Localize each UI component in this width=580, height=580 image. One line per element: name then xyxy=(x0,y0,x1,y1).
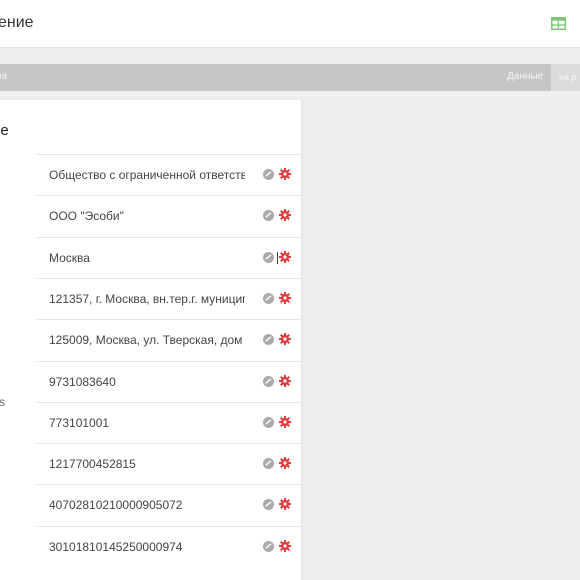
field-value[interactable]: Москва xyxy=(49,251,245,265)
breadcrumb-item[interactable]: ра xyxy=(0,71,7,82)
details-card: ие s Общество с ограниченной ответственн… xyxy=(0,100,301,580)
data-label: Данные xyxy=(507,71,544,82)
table-row[interactable]: ООО "Эсоби" xyxy=(36,195,301,236)
check-circle-icon[interactable] xyxy=(263,499,274,511)
field-value[interactable]: 9731083640 xyxy=(49,375,245,389)
top-header: ение xyxy=(0,0,580,48)
breadcrumb-bar: ра Данные на р xyxy=(0,64,580,91)
gear-icon[interactable] xyxy=(279,457,291,470)
table-row[interactable]: 121357, г. Москва, вн.тер.г. муниципальн… xyxy=(36,277,301,319)
card-title: ие xyxy=(0,122,9,139)
gear-icon[interactable] xyxy=(279,209,291,222)
text-cursor xyxy=(277,251,278,264)
field-value[interactable]: 125009, Москва, ул. Тверская, дом 9 xyxy=(49,333,245,347)
gear-icon[interactable] xyxy=(279,168,291,180)
table-row[interactable]: 30101810145250000974 xyxy=(36,525,301,567)
gear-icon[interactable] xyxy=(279,415,291,428)
field-value[interactable]: Общество с ограниченной ответственностью xyxy=(49,168,245,182)
gear-icon[interactable] xyxy=(279,291,291,304)
check-circle-icon[interactable] xyxy=(263,210,274,222)
field-value[interactable]: 121357, г. Москва, вн.тер.г. муниципальн… xyxy=(49,292,245,306)
gear-icon[interactable] xyxy=(279,374,291,387)
table-row[interactable]: 125009, Москва, ул. Тверская, дом 9 xyxy=(36,319,301,360)
table-row[interactable]: 773101001 xyxy=(36,401,301,443)
check-circle-icon[interactable] xyxy=(263,540,274,552)
check-circle-icon[interactable] xyxy=(263,375,274,387)
data-tab[interactable]: на р xyxy=(551,64,580,91)
field-value[interactable]: 773101001 xyxy=(49,416,245,430)
gear-icon[interactable] xyxy=(279,498,291,511)
field-value[interactable]: 1217700452815 xyxy=(49,457,245,471)
table-layout-icon[interactable] xyxy=(551,17,566,30)
check-circle-icon[interactable] xyxy=(263,458,274,470)
field-value[interactable]: 30101810145250000974 xyxy=(49,540,245,554)
gear-icon[interactable] xyxy=(279,250,291,263)
page-title: ение xyxy=(0,14,34,31)
check-circle-icon[interactable] xyxy=(263,169,274,180)
table-row[interactable]: Москва xyxy=(36,236,301,278)
field-label-fragment: s xyxy=(0,395,5,409)
table-row[interactable]: 40702810210000905072 xyxy=(36,484,301,525)
check-circle-icon[interactable] xyxy=(263,292,274,304)
table-row[interactable]: Общество с ограниченной ответственностью xyxy=(36,154,301,195)
gear-icon[interactable] xyxy=(279,539,291,552)
field-value[interactable]: ООО "Эсоби" xyxy=(49,209,245,223)
gear-icon[interactable] xyxy=(279,333,291,346)
table-row[interactable]: 9731083640 xyxy=(36,360,301,402)
field-value[interactable]: 40702810210000905072 xyxy=(49,498,245,512)
check-circle-icon[interactable] xyxy=(263,416,274,428)
check-circle-icon[interactable] xyxy=(263,334,274,346)
check-circle-icon[interactable] xyxy=(263,251,274,263)
table-row[interactable]: 1217700452815 xyxy=(36,443,301,484)
